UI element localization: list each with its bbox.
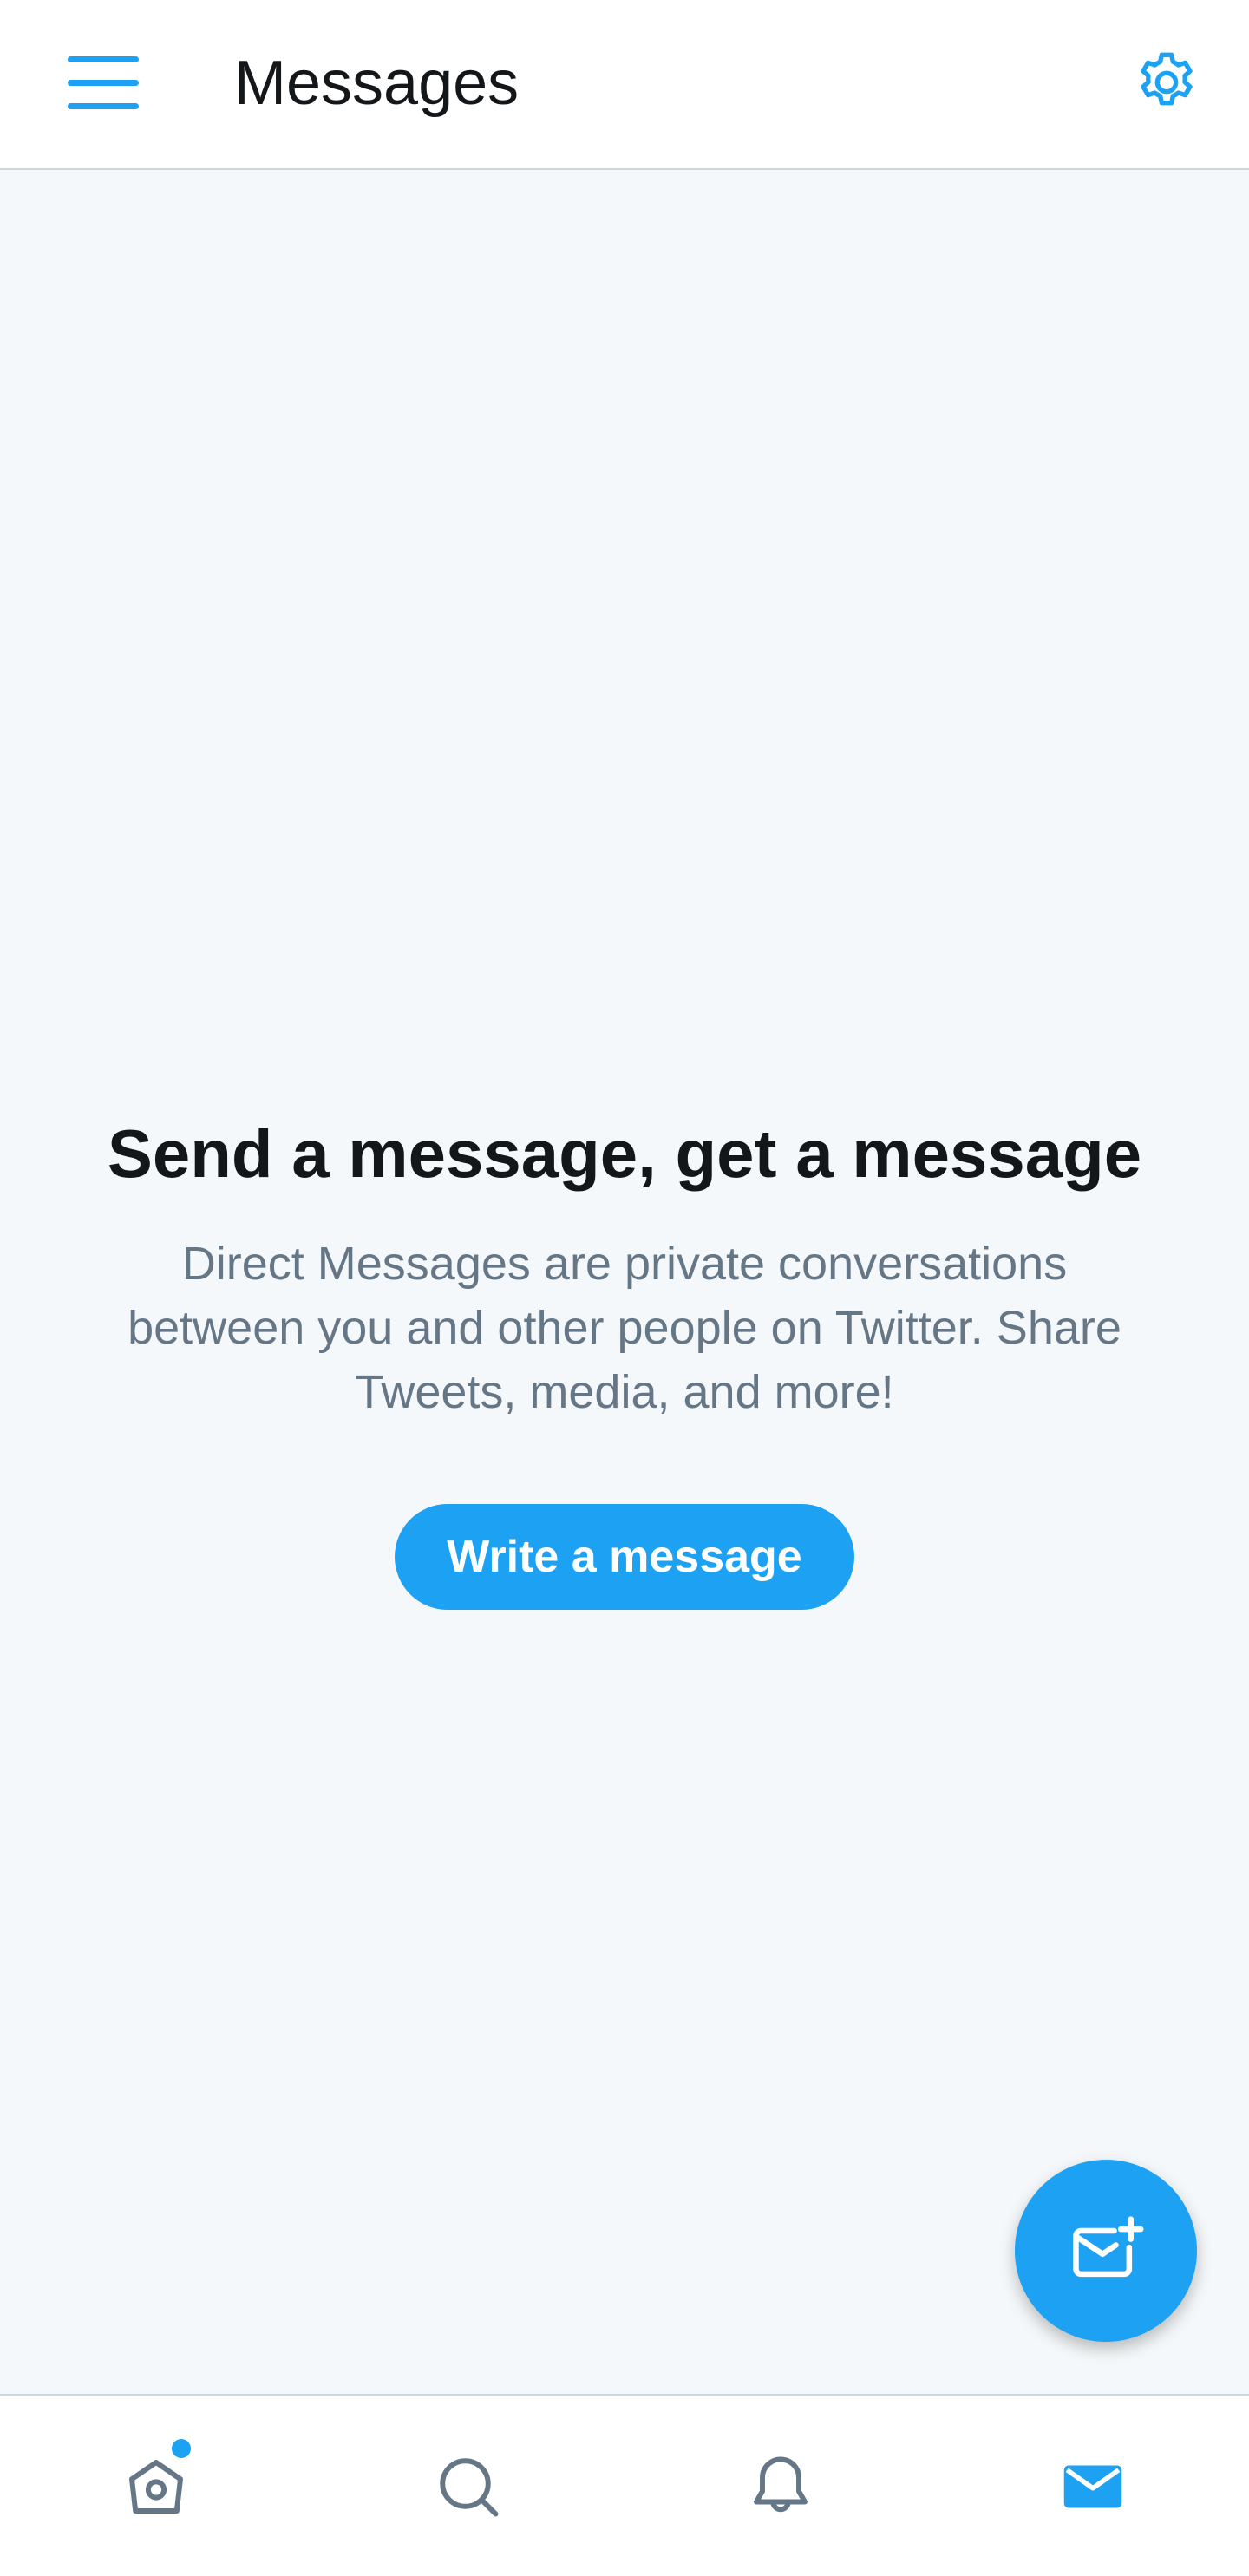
top-app-bar: Messages <box>0 0 1249 170</box>
nav-tab-search[interactable] <box>312 2396 624 2576</box>
bottom-navigation <box>0 2394 1249 2576</box>
settings-button[interactable] <box>1128 43 1206 121</box>
messages-screen: Messages Send a message, get a message D… <box>0 0 1249 2576</box>
envelope-icon <box>1063 2465 1122 2508</box>
menu-bar <box>68 56 139 62</box>
empty-state-description: Direct Messages are private conversation… <box>128 1238 1121 1418</box>
new-message-fab[interactable] <box>1015 2160 1197 2342</box>
hamburger-menu-icon[interactable] <box>61 43 147 121</box>
search-icon <box>440 2458 499 2517</box>
new-message-icon <box>1073 2216 1144 2278</box>
nav-tab-notifications[interactable] <box>624 2396 937 2576</box>
menu-bar <box>68 79 139 86</box>
home-notification-dot <box>172 2439 191 2458</box>
empty-state-title: Send a message, get a message <box>107 1115 1142 1192</box>
gear-icon <box>1141 52 1193 106</box>
nav-tab-messages[interactable] <box>937 2396 1249 2576</box>
home-icon <box>129 2460 183 2514</box>
bell-icon <box>754 2456 808 2513</box>
nav-tab-home[interactable] <box>0 2396 312 2576</box>
menu-bar <box>68 102 139 109</box>
write-message-button[interactable]: Write a message <box>395 1504 854 1610</box>
empty-state: Send a message, get a message Direct Mes… <box>0 1110 1249 1610</box>
page-title: Messages <box>234 49 520 118</box>
